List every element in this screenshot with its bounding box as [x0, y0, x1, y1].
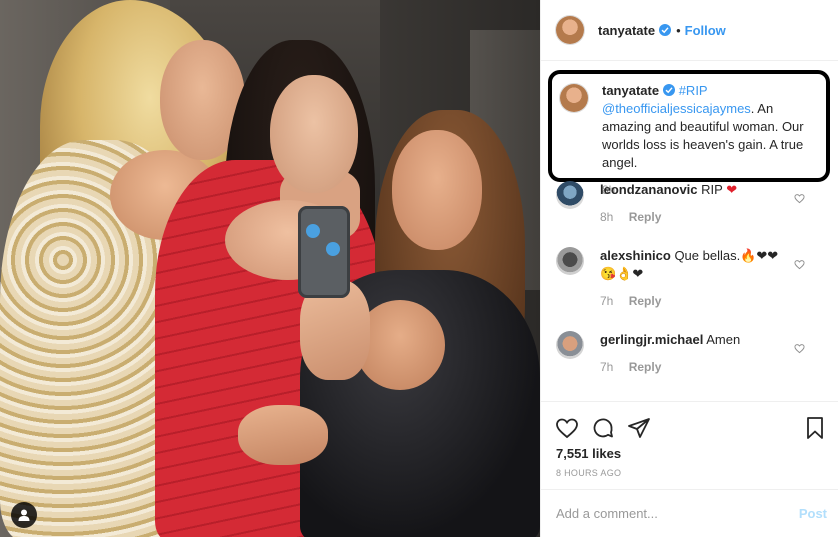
reply-button[interactable]: Reply	[629, 294, 662, 308]
phone-case-dot	[326, 242, 340, 256]
action-icons	[555, 416, 651, 440]
post-timestamp[interactable]: 8 HOURS AGO	[556, 468, 621, 478]
caption-text: tanyatate #RIP @theofficialjessicajaymes…	[602, 82, 824, 197]
verified-badge-icon	[659, 24, 672, 36]
comment-like-icon[interactable]	[794, 343, 805, 354]
comment-like-icon[interactable]	[794, 259, 805, 270]
post-comment-button[interactable]: Post	[799, 506, 827, 521]
reply-button[interactable]: Reply	[629, 210, 662, 224]
comment-meta: 7h Reply	[600, 292, 800, 310]
phone-in-photo	[298, 206, 350, 298]
bookmark-icon[interactable]	[803, 416, 827, 440]
share-icon[interactable]	[627, 416, 651, 440]
comments-list[interactable]: tanyatate #RIP @theofficialjessicajaymes…	[541, 61, 838, 401]
commenter-avatar[interactable]	[556, 247, 584, 275]
comment-timestamp[interactable]: 7h	[600, 294, 613, 308]
emoji-sequence: 🔥❤❤	[740, 248, 779, 263]
post-actions: 7,551 likes 8 HOURS AGO	[541, 401, 838, 489]
comment-composer: Post	[541, 489, 838, 537]
commenter-avatar[interactable]	[556, 181, 584, 209]
separator-dot: •	[676, 22, 681, 38]
follow-button[interactable]: Follow	[685, 23, 726, 38]
commenter-username[interactable]: alexshinico	[600, 248, 671, 263]
heart-emoji: ❤	[726, 182, 738, 197]
caption-avatar[interactable]	[560, 84, 588, 112]
comment-like-icon[interactable]	[794, 193, 805, 204]
commenter-username[interactable]: leondzananovic	[600, 182, 698, 197]
instagram-post: tanyatate • Follow tanyatate #RIP @theof…	[0, 0, 838, 537]
post-header: tanyatate • Follow	[541, 0, 838, 61]
hashtag-link[interactable]: #RIP	[679, 83, 708, 98]
comment-item: alexshinico Que bellas.🔥❤❤ 😘👌❤ 7h Reply	[556, 247, 831, 310]
post-photo[interactable]	[0, 0, 540, 537]
emoji-sequence: 😘👌❤	[600, 266, 644, 281]
photo-subject-middle-face	[270, 75, 358, 193]
caption-highlighted: tanyatate #RIP @theofficialjessicajaymes…	[548, 70, 830, 197]
comment-body: leondzananovic RIP ❤ 8h Reply	[600, 181, 800, 226]
post-side-panel: tanyatate • Follow tanyatate #RIP @theof…	[540, 0, 838, 537]
commenter-avatar[interactable]	[556, 331, 584, 359]
comment-input[interactable]	[556, 506, 786, 521]
caption-username[interactable]: tanyatate	[602, 83, 659, 98]
comment-icon[interactable]	[591, 416, 615, 440]
verified-badge-icon	[663, 84, 676, 96]
comment-item: gerlingjr.michael Amen 7h Reply	[556, 331, 831, 376]
comment-text: Que bellas.	[674, 248, 741, 263]
phone-case-dot	[306, 224, 320, 238]
author-avatar[interactable]	[556, 16, 584, 44]
comment-timestamp[interactable]: 8h	[600, 210, 613, 224]
comment-body: alexshinico Que bellas.🔥❤❤ 😘👌❤ 7h Reply	[600, 247, 800, 310]
comment-text: Amen	[706, 332, 741, 347]
comment-meta: 7h Reply	[600, 358, 800, 376]
heart-icon[interactable]	[555, 416, 579, 440]
comment-meta: 8h Reply	[600, 208, 800, 226]
comment-item: leondzananovic RIP ❤ 8h Reply	[556, 181, 831, 226]
comment-timestamp[interactable]: 7h	[600, 360, 613, 374]
comment-text: RIP	[701, 182, 723, 197]
likes-count[interactable]: 7,551 likes	[556, 446, 621, 461]
user-tag-button[interactable]	[11, 502, 37, 528]
commenter-username[interactable]: gerlingjr.michael	[600, 332, 703, 347]
user-tag-icon	[18, 509, 30, 521]
photo-subject-right-hand	[238, 405, 328, 465]
reply-button[interactable]: Reply	[629, 360, 662, 374]
comment-body: gerlingjr.michael Amen 7h Reply	[600, 331, 800, 376]
mention-link[interactable]: @theofficialjessicajaymes	[602, 101, 751, 116]
author-username[interactable]: tanyatate	[598, 23, 655, 38]
photo-subject-right-face	[392, 130, 482, 250]
